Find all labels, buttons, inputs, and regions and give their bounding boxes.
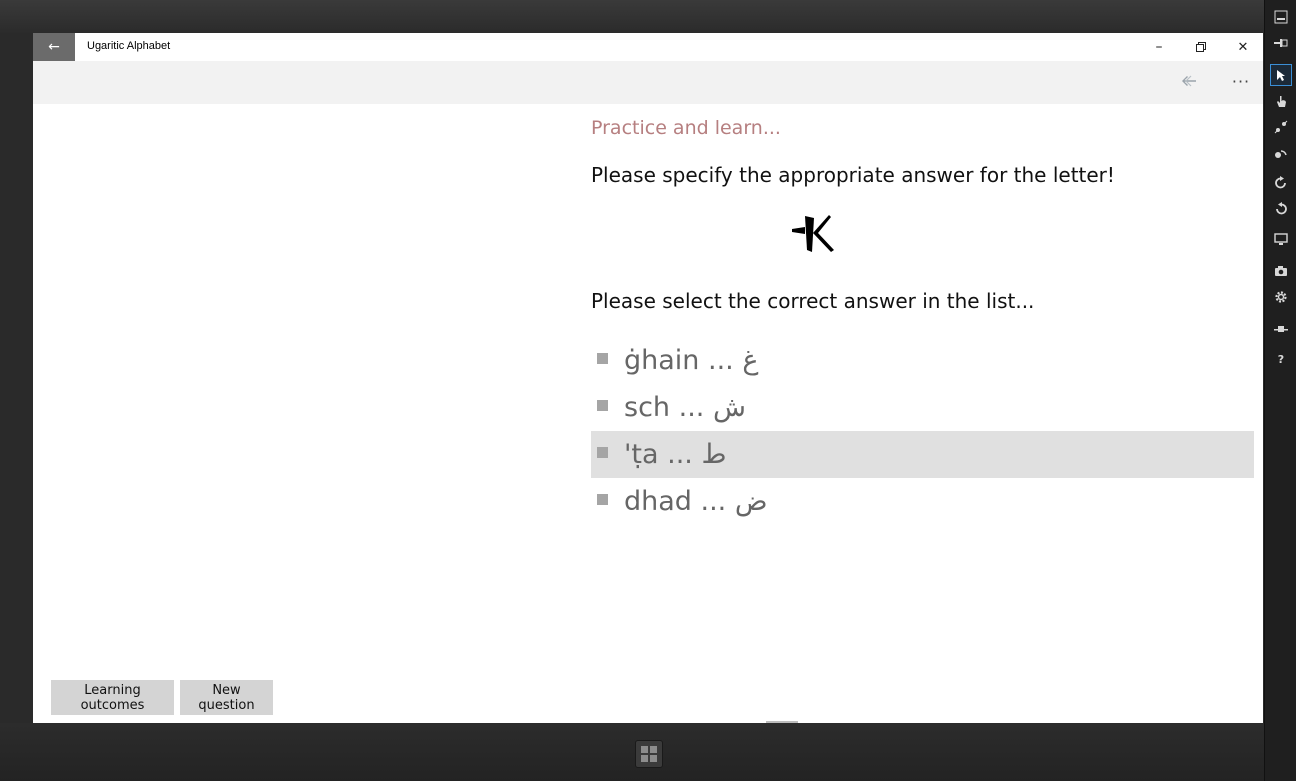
checkbox-icon: [597, 353, 608, 364]
scroll-indicator: [766, 721, 798, 723]
answer-option[interactable]: sch ... ش: [591, 384, 1254, 431]
more-icon: ···: [1231, 71, 1251, 91]
windows-logo-icon: [641, 746, 657, 762]
restore-button[interactable]: [1189, 37, 1213, 57]
simulator-frame-bottom: [0, 723, 1264, 781]
answer-option[interactable]: ġhain ... غ: [591, 337, 1254, 384]
previous-arrow-icon: [1182, 75, 1196, 87]
touch-icon[interactable]: [1270, 90, 1292, 112]
answer-text: ġhain ... غ: [624, 345, 759, 376]
ugaritic-letter-tha-icon: [792, 215, 834, 252]
pointer-icon[interactable]: [1270, 64, 1292, 86]
settings-icon[interactable]: [1270, 286, 1292, 308]
back-arrow-icon: ←: [48, 39, 60, 55]
simulator-frame-top: [0, 0, 1264, 33]
answer-text: dhad ... ض: [624, 486, 768, 517]
select-prompt: Please select the correct answer in the …: [591, 289, 1035, 313]
title-bar: ← Ugaritic Alphabet – ✕: [33, 33, 1263, 61]
question-prompt: Please specify the appropriate answer fo…: [591, 163, 1115, 187]
checkbox-icon: [597, 447, 608, 458]
answer-list: ġhain ... غ sch ... ش 'ṭa ... ط dhad ...…: [591, 337, 1254, 525]
minimize-button[interactable]: –: [1147, 37, 1171, 57]
windows-home-button[interactable]: [635, 740, 663, 768]
network-icon[interactable]: [1270, 318, 1292, 340]
restore-icon: [1196, 42, 1206, 52]
more-options-button[interactable]: ···: [1229, 69, 1253, 93]
minimize-icon: –: [1155, 39, 1163, 55]
screenshot-icon[interactable]: [1270, 260, 1292, 282]
help-icon[interactable]: ?: [1270, 348, 1292, 370]
app-window: ← Ugaritic Alphabet – ✕ ··· Practice and…: [33, 33, 1263, 723]
answer-text: sch ... ش: [624, 392, 746, 423]
previous-button[interactable]: [1177, 69, 1201, 93]
command-bar: ···: [33, 61, 1263, 104]
checkbox-icon: [597, 494, 608, 505]
minimize-icon[interactable]: [1270, 6, 1292, 28]
close-button[interactable]: ✕: [1231, 37, 1255, 57]
pinch-zoom-icon[interactable]: [1270, 116, 1292, 138]
page-heading: Practice and learn...: [591, 117, 781, 139]
rotation-icon[interactable]: [1270, 142, 1292, 164]
letter-display: [591, 212, 1035, 258]
app-title: Ugaritic Alphabet: [87, 40, 171, 52]
bottom-actions: Learning outcomes New question: [51, 680, 273, 715]
answer-text: 'ṭa ... ط: [624, 439, 727, 470]
checkbox-icon: [597, 400, 608, 411]
rotate-counterclockwise-icon[interactable]: [1270, 198, 1292, 220]
answer-option[interactable]: dhad ... ض: [591, 478, 1254, 525]
rotate-clockwise-icon[interactable]: [1270, 172, 1292, 194]
pin-icon[interactable]: [1270, 32, 1292, 54]
simulator-toolbar: ?: [1264, 0, 1296, 781]
answer-option-selected[interactable]: 'ṭa ... ط: [591, 431, 1254, 478]
resolution-icon[interactable]: [1270, 228, 1292, 250]
back-button[interactable]: ←: [33, 33, 75, 61]
learning-outcomes-button[interactable]: Learning outcomes: [51, 680, 174, 715]
close-icon: ✕: [1237, 39, 1249, 55]
new-question-button[interactable]: New question: [180, 680, 273, 715]
